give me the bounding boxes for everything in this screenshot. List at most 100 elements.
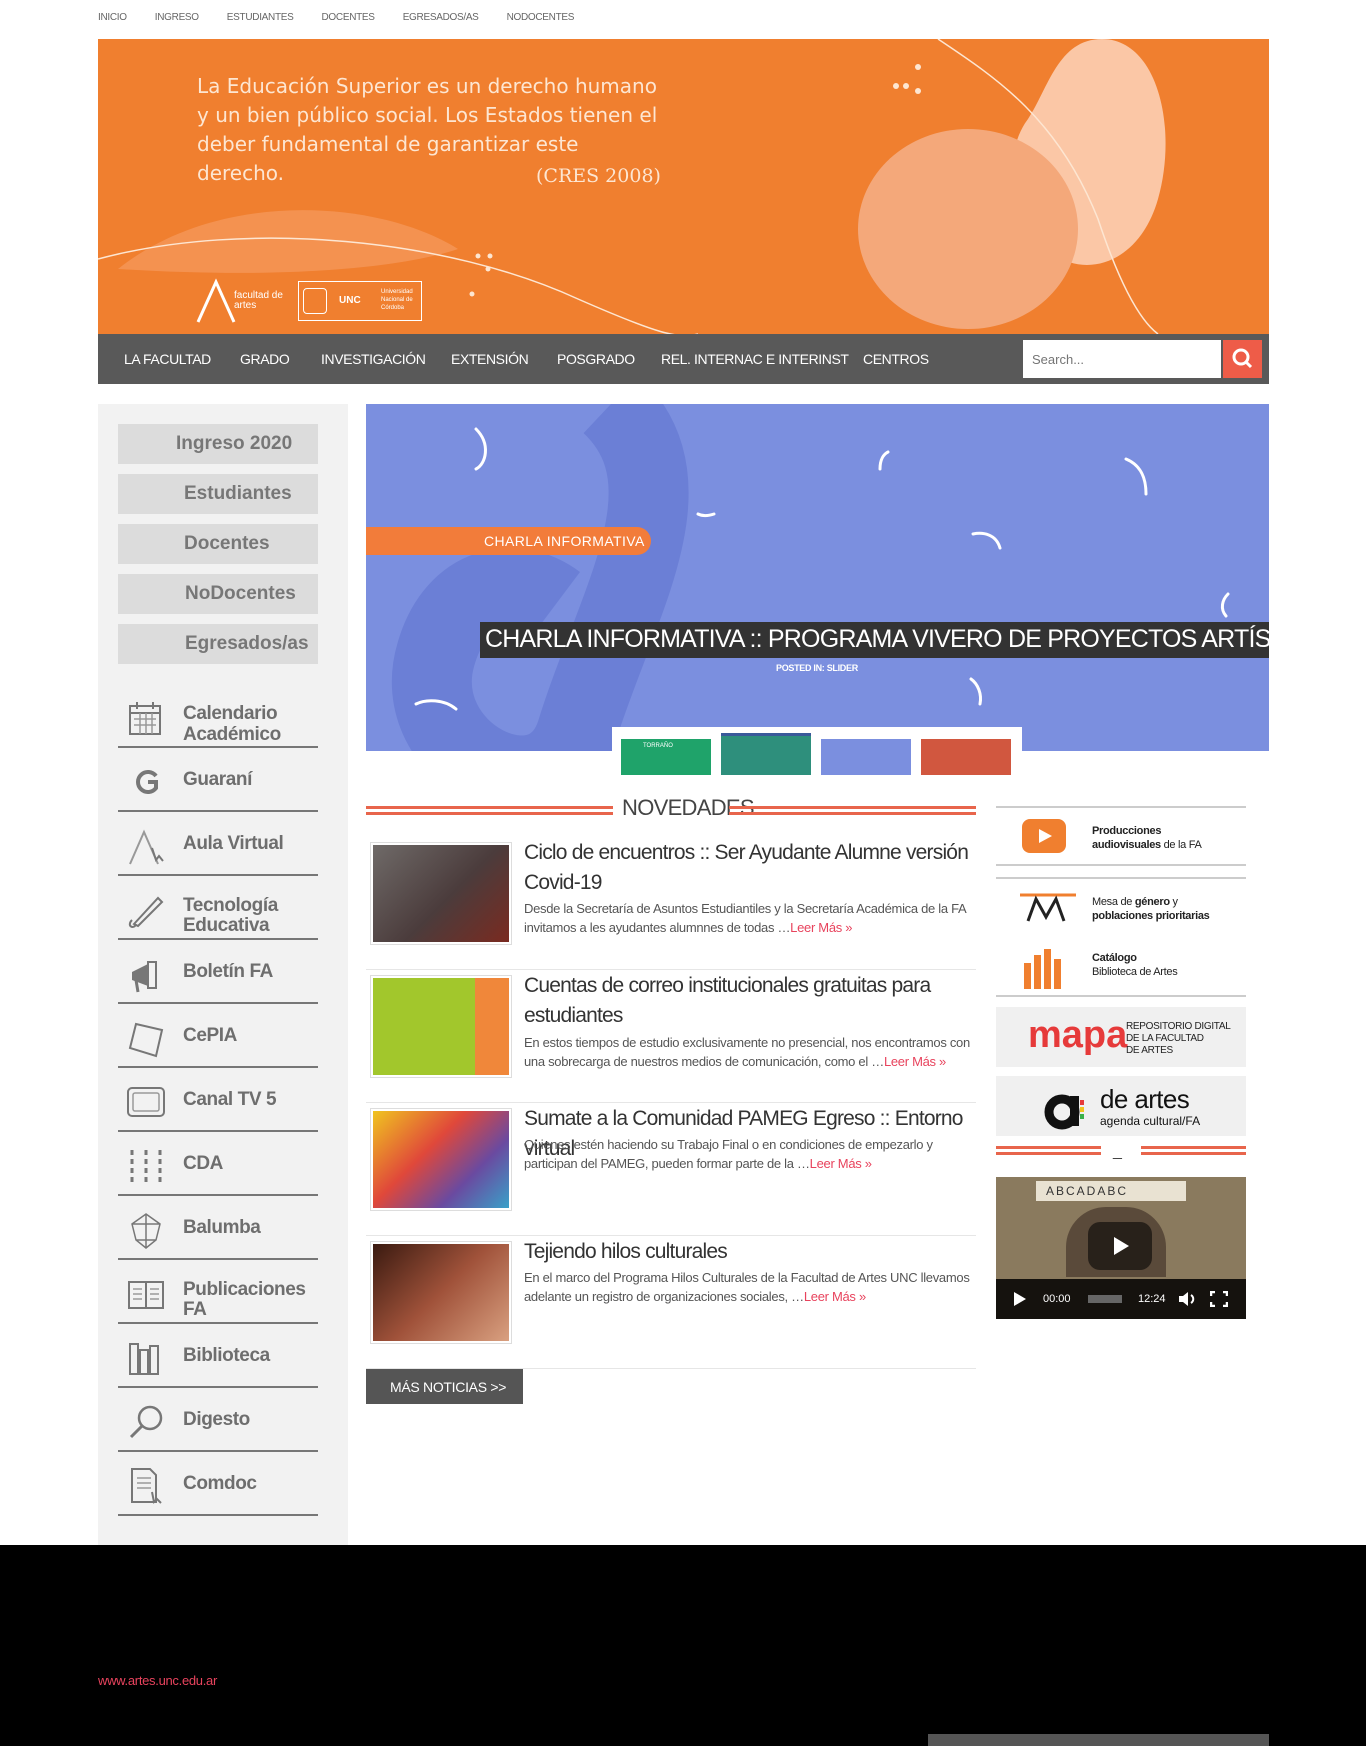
news-thumbnail[interactable] bbox=[370, 1108, 512, 1211]
news-title[interactable]: Ciclo de encuentros :: Ser Ayudante Alum… bbox=[524, 838, 974, 898]
nav-la-facultad[interactable]: LA FACULTAD bbox=[124, 351, 211, 367]
de-artes-a-logo bbox=[1044, 1094, 1084, 1130]
nav-centros[interactable]: CENTROS bbox=[863, 351, 929, 367]
search-input[interactable] bbox=[1023, 340, 1221, 378]
hero-slider[interactable]: CHARLA INFORMATIVA CHARLA INFORMATIVA ::… bbox=[366, 404, 1269, 751]
sidebar-label-publicaciones-2: FA bbox=[183, 1299, 207, 1320]
fullscreen-icon[interactable] bbox=[1210, 1291, 1228, 1307]
news-thumbnail[interactable] bbox=[370, 975, 512, 1078]
agenda-cultural-link[interactable]: de artes agenda cultural/FA bbox=[996, 1076, 1246, 1136]
sidebar-item-balumba[interactable]: Balumba bbox=[118, 1198, 318, 1260]
slider-posted-in[interactable]: POSTED IN: SLIDER bbox=[776, 663, 858, 673]
sidebar-item-cepia[interactable]: CePIA bbox=[118, 1006, 318, 1068]
sidebar-item-guarani[interactable]: Guaraní bbox=[118, 750, 318, 812]
nav-rel-internac[interactable]: REL. INTERNAC E INTERINST bbox=[661, 351, 849, 367]
top-nav: INICIO INGRESO ESTUDIANTES DOCENTES EGRE… bbox=[98, 12, 602, 26]
unc-abbr: UNC bbox=[339, 295, 361, 306]
sidebar-label-boletin: Boletín FA bbox=[183, 961, 273, 982]
sidebar-item-cda[interactable]: CDA bbox=[118, 1134, 318, 1196]
slider-thumb-3[interactable] bbox=[821, 739, 911, 775]
news-title[interactable]: Cuentas de correo institucionales gratui… bbox=[524, 971, 974, 1031]
news-item: Tejiendo hilos culturales En el marco de… bbox=[366, 1237, 976, 1369]
video-heading: _ bbox=[996, 1143, 1246, 1169]
sidebar-label-aula-virtual: Aula Virtual bbox=[183, 833, 284, 854]
video-player[interactable]: ABCADABC 00:00 12:24 bbox=[996, 1177, 1246, 1319]
read-more-link[interactable]: Leer Más » bbox=[790, 920, 852, 935]
news-excerpt-text: Desde la Secretaría de Asuntos Estudiant… bbox=[524, 901, 966, 935]
sidebar-item-publicaciones[interactable]: Publicaciones FA bbox=[118, 1262, 318, 1324]
catalogo-label-1: Catálogo bbox=[1092, 952, 1137, 964]
play-icon bbox=[1114, 1237, 1129, 1255]
mesa-genero-link[interactable]: Mesa de género y poblaciones prioritarias bbox=[996, 877, 1246, 937]
top-nav-inicio[interactable]: INICIO bbox=[98, 12, 127, 26]
sidebar-label-calendario-1: Calendario bbox=[183, 703, 278, 724]
top-nav-ingreso[interactable]: INGRESO bbox=[155, 12, 199, 26]
read-more-link[interactable]: Leer Más » bbox=[810, 1156, 872, 1171]
footer-url-link[interactable]: www.artes.unc.edu.ar bbox=[98, 1673, 217, 1688]
library-icon bbox=[129, 1343, 159, 1375]
cepia-icon bbox=[128, 1022, 164, 1058]
de-artes-title: de artes bbox=[1100, 1084, 1190, 1114]
catalogo-biblioteca-link[interactable]: Catálogo Biblioteca de Artes bbox=[996, 935, 1246, 997]
sidebar-label-cda: CDA bbox=[183, 1153, 223, 1174]
top-nav-nodocentes[interactable]: NODOCENTES bbox=[507, 12, 575, 26]
unc-logo: UNC Universidad Nacional de Córdoba bbox=[298, 281, 422, 321]
sidebar-pill-egresados[interactable]: Egresados/as bbox=[118, 624, 318, 664]
top-nav-egresados[interactable]: EGRESADOS/AS bbox=[403, 12, 479, 26]
news-title[interactable]: Tejiendo hilos culturales bbox=[524, 1237, 974, 1267]
repo-label-3: DE ARTES bbox=[1126, 1045, 1173, 1056]
play-icon[interactable] bbox=[1012, 1291, 1028, 1307]
slider-decoration bbox=[391, 404, 1230, 751]
sidebar-item-comdoc[interactable]: Comdoc bbox=[118, 1454, 318, 1516]
calendar-icon bbox=[129, 702, 161, 735]
video-sign: ABCADABC bbox=[1036, 1181, 1186, 1201]
sidebar-item-digesto[interactable]: Digesto bbox=[118, 1390, 318, 1452]
sidebar-item-boletin[interactable]: Boletín FA bbox=[118, 942, 318, 1004]
slider-thumb-4[interactable] bbox=[921, 739, 1011, 775]
repo-label-1: REPOSITORIO DIGITAL bbox=[1126, 1021, 1231, 1032]
read-more-link[interactable]: Leer Más » bbox=[804, 1289, 866, 1304]
pencil-icon bbox=[128, 896, 164, 928]
volume-icon[interactable] bbox=[1178, 1291, 1198, 1307]
slider-title[interactable]: CHARLA INFORMATIVA :: PROGRAMA VIVERO DE… bbox=[480, 622, 1269, 658]
nav-grado[interactable]: GRADO bbox=[240, 351, 290, 367]
news-thumbnail[interactable] bbox=[370, 1241, 512, 1344]
nav-posgrado[interactable]: POSGRADO bbox=[557, 351, 635, 367]
news-excerpt-text: En el marco del Programa Hilos Culturale… bbox=[524, 1270, 970, 1304]
nav-investigacion[interactable]: INVESTIGACIÓN bbox=[321, 351, 426, 367]
sidebar-item-aula-virtual[interactable]: Aula Virtual bbox=[118, 814, 318, 876]
sidebar-label-biblioteca: Biblioteca bbox=[183, 1345, 270, 1366]
more-news-button[interactable]: MÁS NOTICIAS >> bbox=[366, 1369, 523, 1404]
video-progress-bar[interactable] bbox=[1088, 1295, 1122, 1303]
video-play-button[interactable] bbox=[1088, 1222, 1152, 1270]
sidebar-pill-estudiantes[interactable]: Estudiantes bbox=[118, 474, 318, 514]
sidebar-item-biblioteca[interactable]: Biblioteca bbox=[118, 1326, 318, 1388]
catalogo-bars-icon bbox=[1024, 949, 1061, 989]
top-nav-estudiantes[interactable]: ESTUDIANTES bbox=[227, 12, 294, 26]
sidebar: Ingreso 2020 Estudiantes Docentes NoDoce… bbox=[98, 404, 348, 1545]
top-nav-docentes[interactable]: DOCENTES bbox=[322, 12, 375, 26]
sidebar-label-comdoc: Comdoc bbox=[183, 1473, 257, 1494]
producciones-audiovisuales-link[interactable]: Producciones audiovisuales de la FA bbox=[996, 806, 1246, 866]
sidebar-pill-nodocentes[interactable]: NoDocentes bbox=[118, 574, 318, 614]
sidebar-pill-ingreso[interactable]: Ingreso 2020 bbox=[118, 424, 318, 464]
video-controls: 00:00 12:24 bbox=[996, 1279, 1246, 1319]
slider-thumb-2[interactable] bbox=[721, 733, 811, 775]
sidebar-item-tecnologia[interactable]: Tecnología Educativa bbox=[118, 878, 318, 940]
read-more-link[interactable]: Leer Más » bbox=[884, 1054, 946, 1069]
sidebar-pill-docentes[interactable]: Docentes bbox=[118, 524, 318, 564]
news-item: Ciclo de encuentros :: Ser Ayudante Alum… bbox=[366, 838, 976, 970]
slider-thumb-1[interactable]: TORRAÑO bbox=[621, 739, 711, 775]
nav-extension[interactable]: EXTENSIÓN bbox=[451, 351, 529, 367]
news-item: Cuentas de correo institucionales gratui… bbox=[366, 971, 976, 1103]
repositorio-digital-link[interactable]: mapa REPOSITORIO DIGITAL DE LA FACULTAD DE… bbox=[996, 1007, 1246, 1067]
news-thumbnail[interactable] bbox=[370, 842, 512, 945]
sidebar-label-balumba: Balumba bbox=[183, 1217, 261, 1238]
document-icon bbox=[131, 1468, 162, 1505]
search-button[interactable] bbox=[1223, 340, 1262, 378]
heading-stripe-right bbox=[1141, 1146, 1246, 1155]
sidebar-item-canal-tv[interactable]: Canal TV 5 bbox=[118, 1070, 318, 1132]
sidebar-item-calendario[interactable]: Calendario Académico bbox=[118, 686, 318, 748]
heading-stripe-left bbox=[996, 1146, 1101, 1155]
footer-tab bbox=[928, 1734, 1269, 1746]
